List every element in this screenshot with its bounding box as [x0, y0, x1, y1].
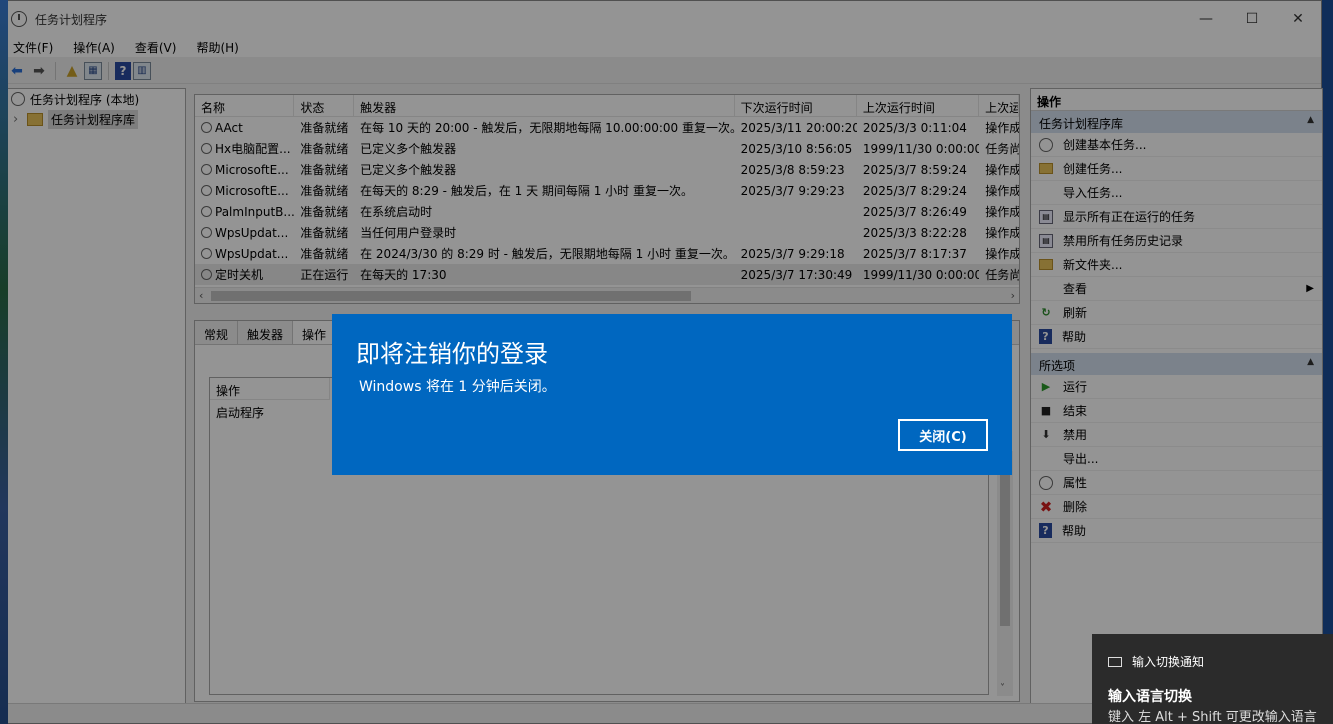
notification-app-name: 输入切换通知 [1132, 655, 1205, 669]
dialog-close-button[interactable]: 关闭(C) [897, 418, 989, 452]
notification-message: 键入 左 Alt + Shift 可更改输入语言 [1108, 710, 1317, 724]
input-switch-notification[interactable]: 输入切换通知 输入语言切换 键入 左 Alt + Shift 可更改输入语言 [1092, 634, 1333, 724]
dialog-message: Windows 将在 1 分钟后关闭。 [359, 379, 556, 395]
notification-header: 输入切换通知 [1108, 653, 1204, 670]
notification-title: 输入语言切换 [1108, 689, 1192, 705]
signout-dialog: 即将注销你的登录 Windows 将在 1 分钟后关闭。 关闭(C) [332, 314, 1012, 475]
keyboard-icon [1108, 656, 1122, 667]
dialog-title: 即将注销你的登录 [356, 340, 548, 368]
